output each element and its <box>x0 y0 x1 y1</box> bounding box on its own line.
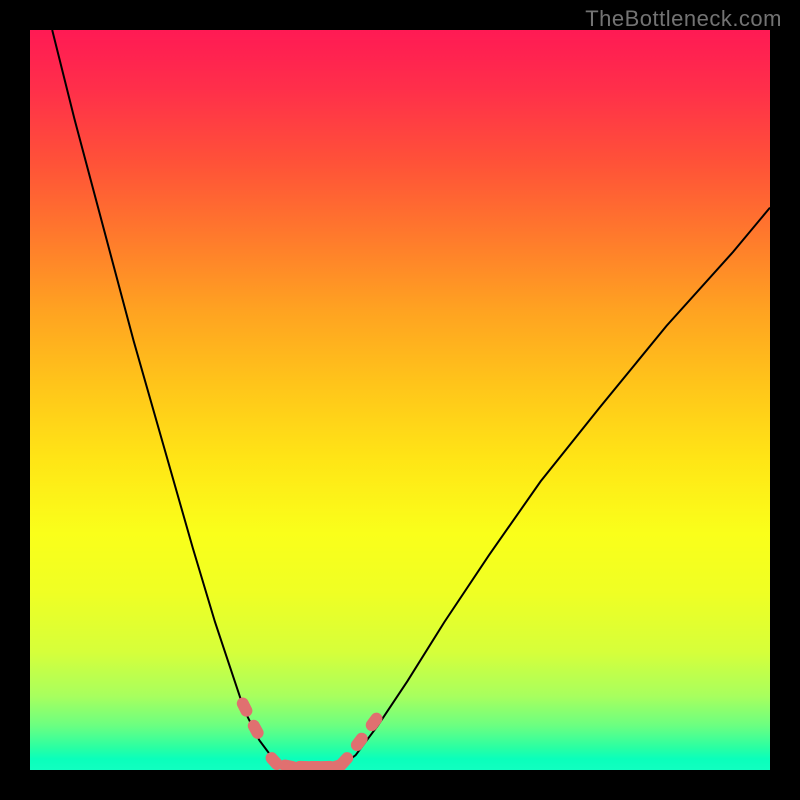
marker-layer <box>30 30 770 770</box>
data-marker <box>363 710 385 733</box>
watermark-text: TheBottleneck.com <box>585 6 782 32</box>
data-marker <box>246 718 266 741</box>
data-marker <box>333 750 355 770</box>
data-marker <box>235 695 255 718</box>
plot-area <box>30 30 770 770</box>
chart-container: TheBottleneck.com <box>0 0 800 800</box>
data-marker <box>348 730 370 753</box>
